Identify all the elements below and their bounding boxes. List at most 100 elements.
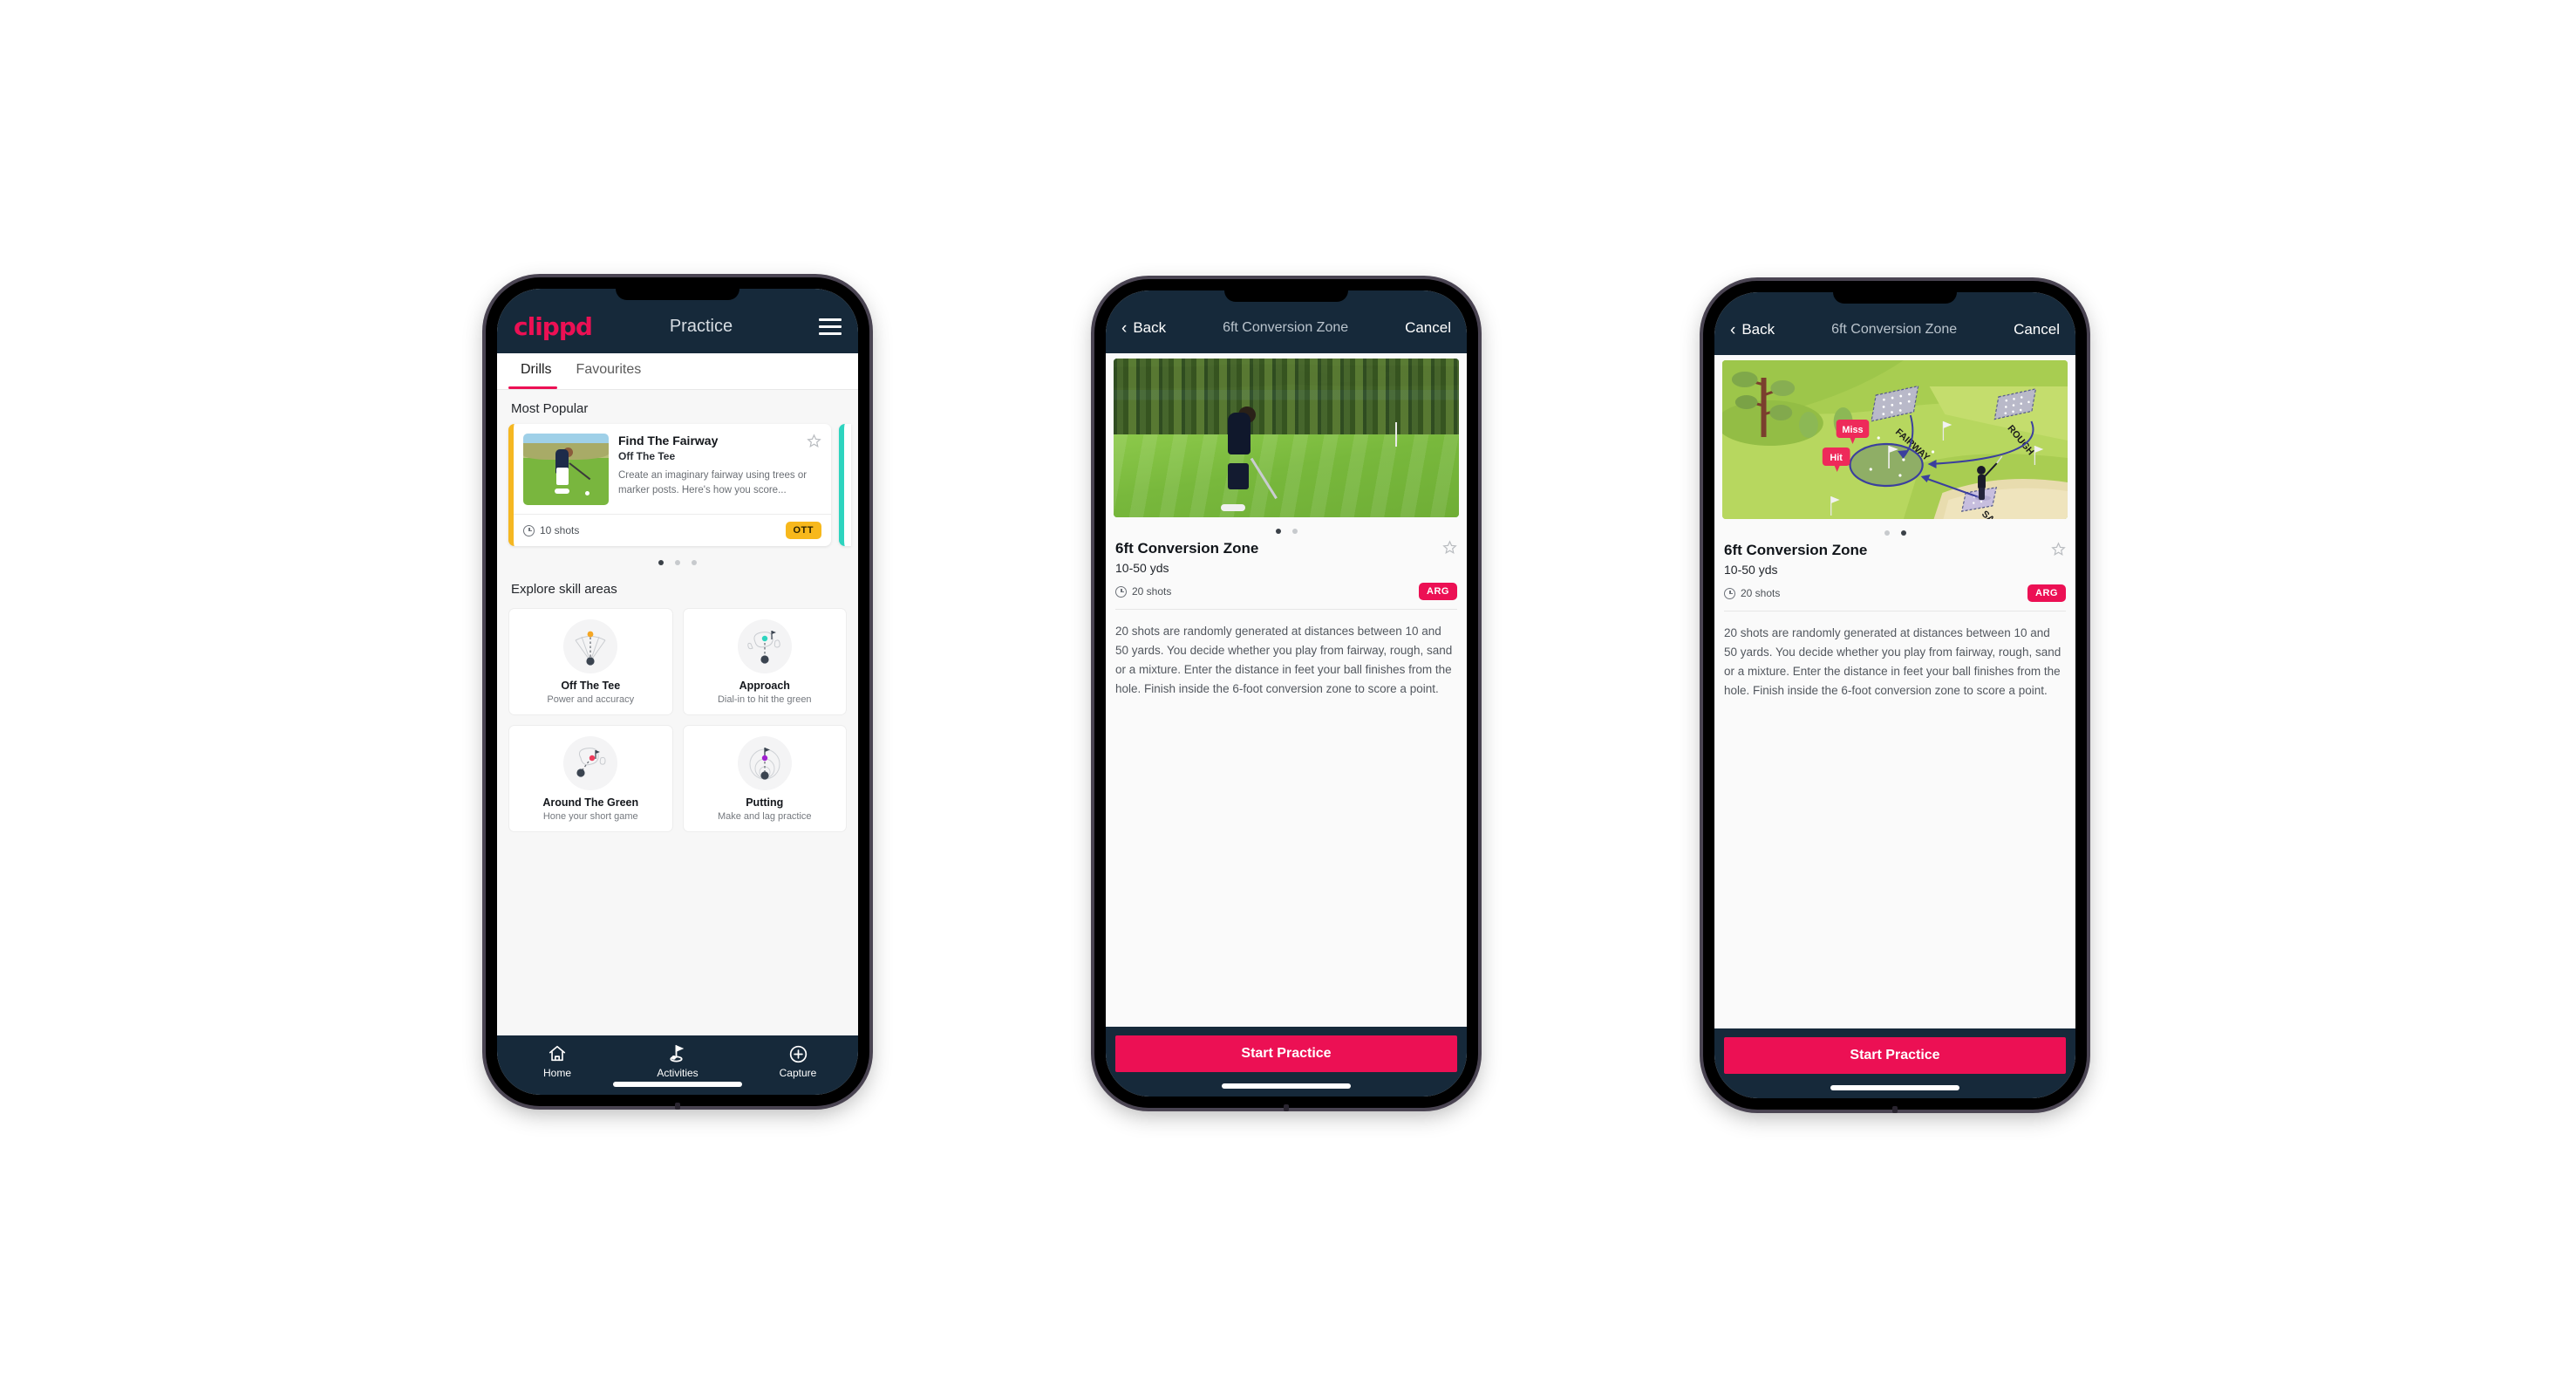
device-notch (616, 289, 739, 300)
carousel-dot-1[interactable] (658, 560, 664, 565)
back-button[interactable]: ‹ Back (1730, 321, 1775, 338)
detail-nav-title: 6ft Conversion Zone (1223, 320, 1349, 335)
svg-text:Hit: Hit (1830, 453, 1843, 463)
chevron-left-icon: ‹ (1730, 320, 1736, 339)
star-outline-icon[interactable] (2051, 542, 2066, 557)
device-notch (1833, 292, 1957, 304)
putting-rings-icon (737, 736, 792, 790)
carousel-dot-1[interactable] (1884, 530, 1890, 536)
practice-content: Most Popular Find The Fairway Off The Te… (497, 390, 858, 1035)
drill-card-top: Find The Fairway Off The Tee Create an i… (514, 424, 831, 514)
start-practice-button[interactable]: Start Practice (1724, 1037, 2066, 1074)
tee-fan-icon (563, 619, 618, 673)
star-outline-icon[interactable] (807, 434, 821, 448)
section-explore-title: Explore skill areas (511, 582, 617, 597)
carousel-dot-2[interactable] (1900, 530, 1906, 536)
tab-favourites[interactable]: Favourites (564, 353, 654, 389)
drill-title: 6ft Conversion Zone (1115, 540, 1259, 557)
back-label: Back (1741, 321, 1775, 338)
screen-practice-list: clippd Practice Drills Favourites Most P… (497, 289, 858, 1095)
detail-meta-row: 20 shots ARG (1114, 575, 1459, 609)
skill-badge-ott: OTT (785, 522, 821, 539)
skill-areas-grid: Off The Tee Power and accuracy Approach … (508, 605, 847, 832)
tabbar-label: Capture (779, 1067, 817, 1079)
tab-bar: Drills Favourites (497, 353, 858, 390)
start-practice-button[interactable]: Start Practice (1115, 1035, 1457, 1072)
drill-card-find-the-fairway[interactable]: Find The Fairway Off The Tee Create an i… (508, 424, 831, 546)
home-indicator (1222, 1083, 1351, 1089)
plus-circle-icon (767, 1044, 828, 1063)
detail-content: 6ft Conversion Zone 10-50 yds 20 shots A… (1106, 353, 1467, 1027)
drill-description: 20 shots are randomly generated at dista… (1115, 625, 1453, 695)
star-outline-icon[interactable] (1442, 540, 1457, 555)
section-most-popular-title: Most Popular (511, 401, 589, 416)
home-indicator (613, 1082, 742, 1087)
detail-title-row: 6ft Conversion Zone (1114, 536, 1459, 557)
drill-shots: 10 shots (523, 524, 579, 536)
carousel-dots[interactable] (1722, 519, 2068, 538)
carousel-dot-2[interactable] (675, 560, 680, 565)
drill-card-next-peek[interactable] (839, 424, 851, 546)
back-button[interactable]: ‹ Back (1121, 319, 1166, 337)
home-icon (527, 1044, 588, 1063)
phone-mockup-drill-detail-diagram: ‹ Back 6ft Conversion Zone Cancel FAIRWA… (1703, 281, 2087, 1110)
tabbar-item-home[interactable]: Home (527, 1044, 588, 1079)
cancel-button[interactable]: Cancel (1405, 319, 1451, 337)
drill-card-info: Find The Fairway Off The Tee Create an i… (618, 434, 821, 505)
carousel-dots[interactable] (508, 546, 847, 571)
skill-desc: Dial-in to hit the green (717, 694, 812, 705)
screen-drill-detail-photo: ‹ Back 6ft Conversion Zone Cancel 6ft Co… (1106, 290, 1467, 1097)
skill-name: Approach (739, 680, 790, 692)
drill-hero-diagram[interactable]: FAIRWAY ROUGH SAND (1722, 360, 2068, 519)
skill-card-putting[interactable]: Putting Make and lag practice (682, 725, 847, 832)
drill-title: Find The Fairway (618, 434, 719, 448)
tab-drills[interactable]: Drills (508, 353, 564, 389)
drill-shots-label: 20 shots (1741, 587, 1781, 599)
detail-meta-row: 20 shots ARG (1722, 577, 2068, 611)
drill-title: 6ft Conversion Zone (1724, 542, 1868, 558)
golf-flag-icon (647, 1044, 708, 1063)
carousel-dot-1[interactable] (1275, 529, 1281, 534)
svg-text:Miss: Miss (1842, 425, 1863, 435)
clock-icon (1724, 587, 1735, 599)
drill-thumbnail (523, 434, 609, 505)
home-indicator (1830, 1085, 1959, 1090)
page-title: Practice (669, 316, 733, 336)
phone-mockup-drill-detail-photo: ‹ Back 6ft Conversion Zone Cancel 6ft Co… (1094, 279, 1478, 1108)
skill-badge-arg: ARG (1419, 583, 1457, 600)
skill-card-off-the-tee[interactable]: Off The Tee Power and accuracy (508, 608, 673, 715)
cancel-button[interactable]: Cancel (2014, 321, 2060, 338)
clippd-logo[interactable]: clippd (514, 312, 593, 341)
tabbar-label: Home (542, 1067, 571, 1079)
skill-name: Around The Green (542, 796, 639, 809)
tabbar-item-capture[interactable]: Capture (767, 1044, 828, 1079)
drill-description: Create an imaginary fairway using trees … (618, 470, 808, 496)
drill-shots-label: 10 shots (540, 524, 580, 536)
drill-description: 20 shots are randomly generated at dista… (1724, 626, 2061, 697)
tabbar-label: Activities (657, 1067, 699, 1079)
tabbar-item-activities[interactable]: Activities (647, 1044, 708, 1079)
skill-desc: Hone your short game (542, 811, 638, 822)
skill-badge-arg: ARG (2027, 584, 2066, 602)
skill-desc: Make and lag practice (717, 811, 812, 822)
carousel-dot-3[interactable] (692, 560, 697, 565)
chip-green-icon (563, 736, 618, 790)
drill-skill-area: Off The Tee (618, 450, 676, 462)
drill-shots-label: 20 shots (1132, 585, 1172, 598)
drill-yardage: 10-50 yds (1115, 561, 1169, 575)
skill-card-around-the-green[interactable]: Around The Green Hone your short game (508, 725, 673, 832)
phone-mockup-practice-list: clippd Practice Drills Favourites Most P… (486, 277, 869, 1106)
carousel-dot-2[interactable] (1291, 529, 1298, 534)
hamburger-icon[interactable] (819, 318, 842, 335)
carousel-dots[interactable] (1114, 517, 1459, 536)
screen-drill-detail-diagram: ‹ Back 6ft Conversion Zone Cancel FAIRWA… (1714, 292, 2075, 1098)
most-popular-carousel[interactable]: Find The Fairway Off The Tee Create an i… (508, 424, 851, 546)
detail-title-row: 6ft Conversion Zone (1722, 538, 2068, 559)
drill-yardage: 10-50 yds (1724, 563, 1778, 577)
drill-hero-photo[interactable] (1114, 359, 1459, 517)
green-approach-icon (737, 619, 792, 673)
skill-name: Putting (746, 796, 784, 809)
back-label: Back (1133, 319, 1167, 336)
drill-shots: 20 shots (1724, 587, 1780, 599)
skill-card-approach[interactable]: Approach Dial-in to hit the green (682, 608, 847, 715)
